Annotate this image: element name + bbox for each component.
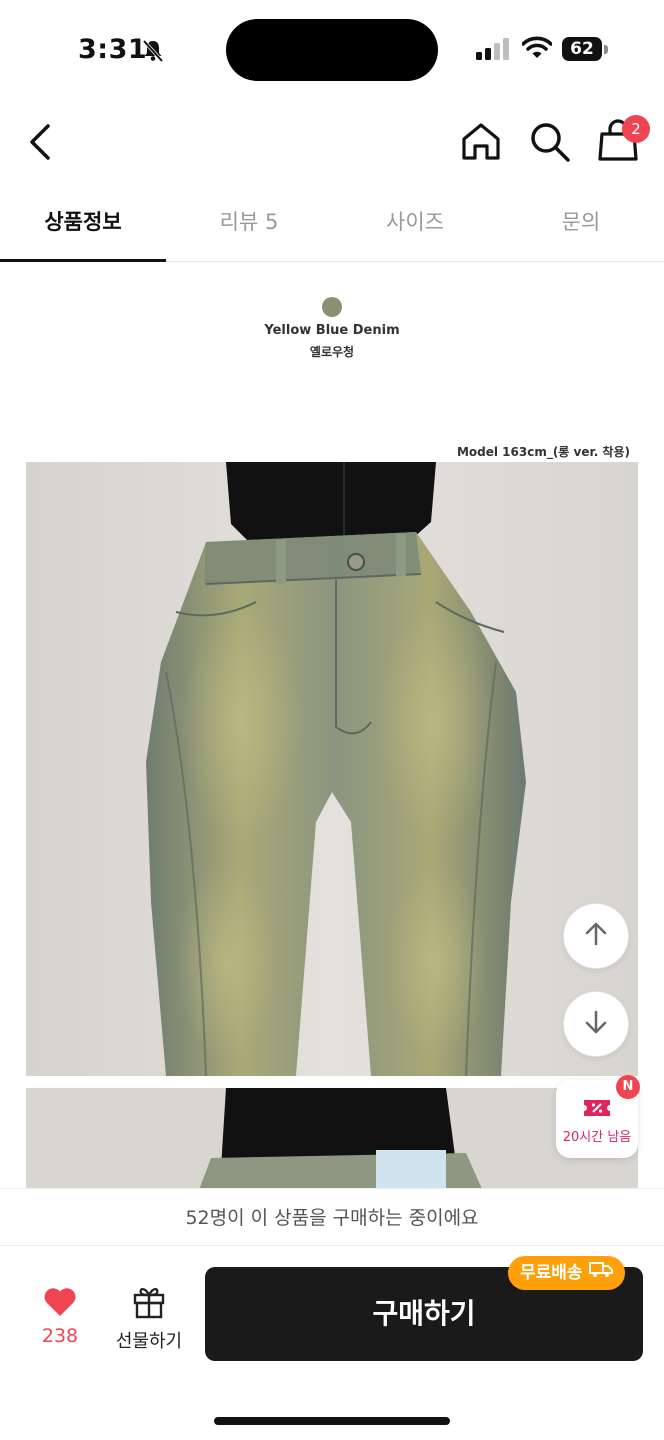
color-swatch — [322, 297, 342, 317]
tab-size[interactable]: 사이즈 — [332, 190, 498, 261]
top-nav — [0, 100, 664, 190]
tab-product-info[interactable]: 상품정보 — [0, 190, 166, 262]
truck-icon — [588, 1256, 613, 1290]
gift-icon — [131, 1288, 167, 1323]
signal-icon — [476, 38, 510, 64]
coupon-time-remaining: 20시간 남음 — [562, 1130, 632, 1145]
wifi-icon — [521, 36, 553, 64]
like-count: 238 — [41, 1325, 79, 1347]
arrow-down-icon — [582, 1008, 610, 1040]
search-icon[interactable] — [528, 120, 572, 168]
model-size-note: Model 163cm_(롱 ver. 착용) — [456, 445, 630, 459]
scroll-up-button[interactable] — [563, 903, 629, 969]
tab-reviews[interactable]: 리뷰 5 — [166, 190, 332, 261]
coupon-icon — [582, 1096, 612, 1124]
gift-label: 선물하기 — [115, 1331, 183, 1352]
status-time: 3:31 — [78, 34, 148, 65]
color-name-korean: 옐로우청 — [309, 345, 355, 359]
dynamic-island — [226, 19, 438, 81]
arrow-up-icon — [582, 920, 610, 952]
heart-icon — [43, 1288, 77, 1321]
scroll-down-button[interactable] — [563, 991, 629, 1057]
like-button[interactable]: 238 — [30, 1287, 90, 1347]
buying-now-banner: 52명이 이 상품을 구매하는 중이에요 — [0, 1188, 664, 1246]
battery-tip — [604, 45, 608, 54]
back-icon[interactable] — [24, 120, 58, 168]
battery-indicator: 62 — [562, 37, 602, 61]
bottom-purchase-bar: 238 선물하기 구매하기 무료배송 — [0, 1247, 664, 1440]
product-photo-jeans-second — [26, 1088, 638, 1198]
free-shipping-label: 무료배송 — [520, 1263, 583, 1283]
product-tabs: 상품정보 리뷰 5 사이즈 문의 — [0, 190, 664, 262]
free-shipping-badge: 무료배송 — [508, 1256, 625, 1290]
gift-button[interactable]: 선물하기 — [110, 1283, 188, 1353]
home-indicator — [214, 1417, 450, 1425]
tab-inquiry[interactable]: 문의 — [498, 190, 664, 261]
color-name: Yellow Blue Denim — [264, 323, 400, 338]
new-badge: N — [616, 1075, 640, 1099]
product-photo-jeans-front — [26, 462, 638, 1076]
status-bar: 3:31 62 — [0, 0, 664, 100]
cart-count-badge: 2 — [622, 115, 650, 143]
bell-muted-icon — [140, 38, 166, 68]
home-icon[interactable] — [459, 120, 503, 168]
